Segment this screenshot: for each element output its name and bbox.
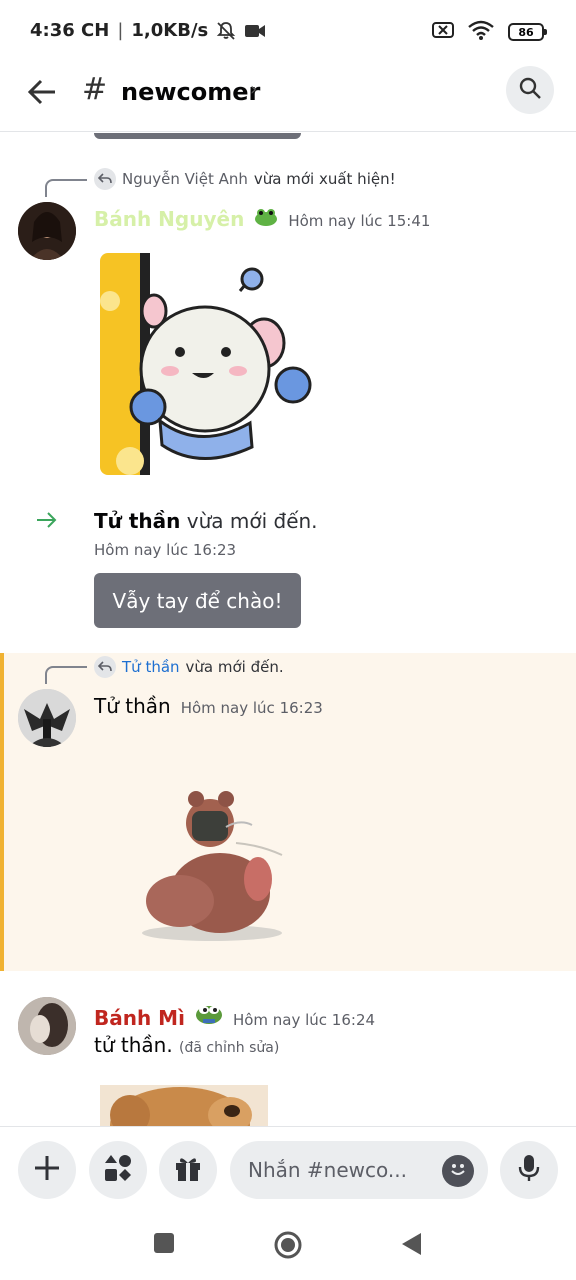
- avatar[interactable]: [18, 997, 76, 1055]
- system-navigation-bar: [0, 1210, 576, 1280]
- wave-button[interactable]: Vẫy tay để chào!: [94, 573, 301, 628]
- plus-icon: [33, 1154, 61, 1186]
- message-input-container: [230, 1141, 488, 1199]
- avatar[interactable]: [18, 689, 76, 747]
- timestamp: Hôm nay lúc 16:24: [232, 1011, 376, 1029]
- video-camera-icon: [244, 23, 266, 39]
- home-button[interactable]: [273, 1230, 303, 1264]
- network-speed: 1,0KB/s: [131, 20, 209, 41]
- timestamp: Hôm nay lúc 15:41: [288, 212, 431, 230]
- message-header: Tử thần Hôm nay lúc 16:23: [94, 694, 323, 718]
- avatar[interactable]: [18, 202, 76, 260]
- reply-connector: [45, 666, 87, 684]
- microphone-icon: [517, 1154, 541, 1186]
- pepe-emoji-icon: [195, 1001, 223, 1029]
- recents-button[interactable]: [153, 1232, 175, 1258]
- reply-author: Tử thần: [122, 658, 180, 676]
- join-user[interactable]: Tử thần: [94, 509, 180, 533]
- bell-off-icon: [216, 21, 236, 41]
- arrow-left-icon: [27, 79, 57, 109]
- battery-indicator: 86: [508, 23, 547, 41]
- back-button[interactable]: [22, 74, 62, 114]
- timestamp: Hôm nay lúc 16:23: [180, 699, 323, 717]
- message-text: tử thần.: [94, 1033, 173, 1057]
- message-header: Bánh Mì Hôm nay lúc 16:24: [94, 1001, 375, 1030]
- bear-sticker[interactable]: [140, 783, 290, 943]
- status-time: 4:36 CH: [30, 20, 110, 41]
- wifi-icon: [468, 20, 494, 44]
- reply-icon: [94, 168, 116, 190]
- message-input[interactable]: [248, 1141, 438, 1199]
- message-composer: [0, 1126, 576, 1210]
- join-text: vừa mới đến.: [186, 509, 318, 533]
- back-nav-button[interactable]: [401, 1232, 423, 1260]
- status-bar: 4:36 CH | 1,0KB/s 86: [0, 0, 576, 64]
- apps-icon: [103, 1153, 133, 1187]
- edited-label: (đã chỉnh sửa): [179, 1040, 280, 1056]
- join-message: Tử thần vừa mới đến.: [94, 509, 318, 533]
- add-attachment-button[interactable]: [18, 1141, 76, 1199]
- chevron-right-icon[interactable]: ›: [250, 79, 257, 100]
- search-button[interactable]: [506, 66, 554, 114]
- reply-preview[interactable]: Tử thần vừa mới đến.: [94, 656, 284, 678]
- reply-text: vừa mới đến.: [185, 658, 284, 676]
- previous-wave-button[interactable]: [94, 133, 301, 139]
- author-name[interactable]: Tử thần: [94, 694, 171, 718]
- reply-icon: [94, 656, 116, 678]
- reply-connector: [45, 179, 87, 197]
- channel-name[interactable]: newcomer: [121, 78, 260, 106]
- reply-preview[interactable]: Nguyễn Việt Anh vừa mới xuất hiện!: [94, 168, 396, 190]
- cat-gif[interactable]: [100, 1085, 268, 1126]
- apps-button[interactable]: [89, 1141, 147, 1199]
- emoji-button[interactable]: [442, 1155, 474, 1187]
- hash-icon: #: [82, 72, 108, 107]
- sim-disabled-icon: [432, 21, 454, 43]
- frog-emoji-icon: [254, 208, 278, 230]
- message-header: Bánh Nguyên Hôm nay lúc 15:41: [94, 207, 430, 231]
- channel-header: # newcomer ›: [0, 64, 576, 132]
- smile-icon: [447, 1158, 469, 1184]
- mouse-sticker[interactable]: [100, 251, 315, 475]
- arrow-right-icon: [36, 511, 58, 533]
- join-timestamp: Hôm nay lúc 16:23: [94, 541, 237, 559]
- gift-button[interactable]: [159, 1141, 217, 1199]
- reply-author: Nguyễn Việt Anh: [122, 170, 248, 188]
- message-content: tử thần. (đã chỉnh sửa): [94, 1033, 279, 1057]
- reply-text: vừa mới xuất hiện!: [253, 170, 396, 188]
- gift-icon: [174, 1154, 202, 1186]
- battery-level: 86: [518, 25, 534, 39]
- voice-message-button[interactable]: [500, 1141, 558, 1199]
- author-name[interactable]: Bánh Nguyên: [94, 207, 244, 231]
- author-name[interactable]: Bánh Mì: [94, 1006, 185, 1030]
- search-icon: [518, 76, 542, 104]
- message-list[interactable]: Nguyễn Việt Anh vừa mới xuất hiện! Bánh …: [0, 133, 576, 1126]
- status-separator: |: [117, 20, 124, 41]
